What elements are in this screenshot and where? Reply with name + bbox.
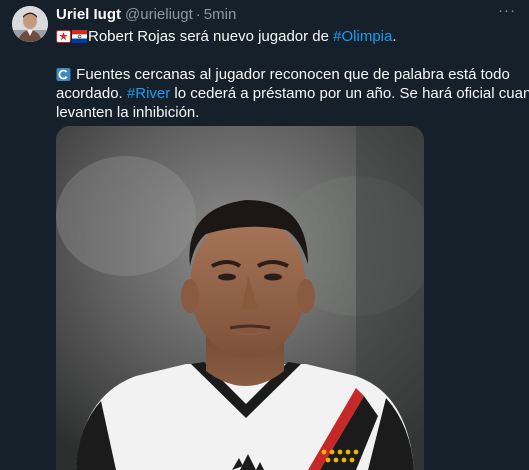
hashtag-river[interactable]: #River bbox=[127, 85, 170, 102]
tweet-line-1: Robert Rojas será nuevo jugador de #Olim… bbox=[56, 27, 517, 46]
avatar[interactable] bbox=[12, 6, 48, 42]
olimpia-badge-icon bbox=[56, 30, 71, 43]
tweet-content: Uriel Iugt @urieliugt · 5min Robert Roja… bbox=[56, 6, 529, 122]
tweet-media[interactable] bbox=[56, 126, 424, 470]
tweet-line-4: levanten la inhibición. bbox=[56, 103, 517, 122]
repeat-arrow-icon bbox=[56, 68, 71, 81]
avatar-image bbox=[12, 6, 48, 42]
timestamp[interactable]: 5min bbox=[204, 6, 237, 24]
author-name[interactable]: Uriel Iugt bbox=[56, 6, 121, 24]
tweet-line-1-text: Robert Rojas será nuevo jugador de bbox=[88, 28, 334, 45]
separator-dot: · bbox=[195, 6, 201, 23]
tweet: ··· Uriel Iugt @urieliugt · 5min Robert … bbox=[0, 0, 529, 470]
tweet-line-4-text: levanten la inhibición. bbox=[56, 104, 200, 121]
tweet-line-3-end: lo cederá a préstamo por un año. Se hará… bbox=[170, 85, 529, 102]
tweet-line-3: acordado. #River lo cederá a préstamo po… bbox=[56, 84, 529, 103]
paraguay-flag-icon bbox=[72, 30, 87, 43]
tweet-header: Uriel Iugt @urieliugt · 5min bbox=[56, 6, 517, 24]
tweet-line-2-text: Fuentes cercanas al jugador reconocen qu… bbox=[72, 66, 510, 83]
author-handle[interactable]: @urieliugt bbox=[125, 6, 193, 24]
tweet-text: Robert Rojas será nuevo jugador de #Olim… bbox=[56, 27, 529, 122]
tweet-line-1-end: . bbox=[392, 28, 397, 45]
tweet-line-3-start: acordado. bbox=[56, 85, 127, 102]
player-photo bbox=[56, 126, 424, 470]
hashtag-olimpia[interactable]: #Olimpia bbox=[333, 28, 392, 45]
tweet-line-2: Fuentes cercanas al jugador reconocen qu… bbox=[56, 65, 517, 84]
